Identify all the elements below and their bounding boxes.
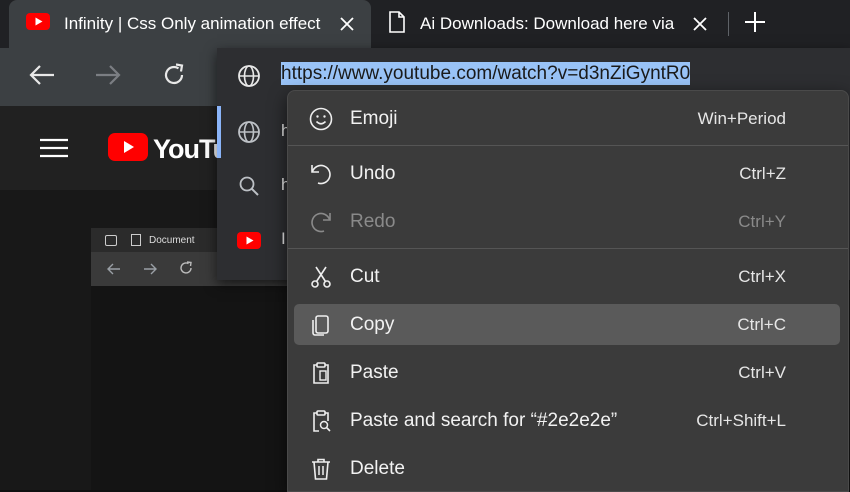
youtube-icon xyxy=(237,228,261,252)
tab-actions-icon xyxy=(105,234,117,246)
suggestion-text: I xyxy=(281,229,286,248)
arrow-right-icon xyxy=(95,64,121,91)
menu-item-paste-and-search[interactable]: Paste and search for “#2e2e2e” Ctrl+Shif… xyxy=(294,400,840,441)
plus-icon xyxy=(744,11,766,38)
reload-icon xyxy=(179,261,193,280)
menu-item-label: Paste and search for “#2e2e2e” xyxy=(350,410,618,431)
menu-item-label: Undo xyxy=(350,163,396,184)
menu-item-label: Paste xyxy=(350,362,399,383)
hamburger-menu-button[interactable] xyxy=(40,138,68,163)
menu-item-shortcut: Ctrl+Y xyxy=(738,212,786,231)
tab-separator xyxy=(728,12,729,36)
menu-icon xyxy=(40,138,68,162)
tab-ai-downloads[interactable]: Ai Downloads: Download here via xyxy=(374,0,724,48)
cut-icon xyxy=(308,264,334,290)
menu-item-shortcut: Ctrl+Z xyxy=(739,164,786,183)
context-menu: Emoji Win+Period Undo Ctrl+Z Redo Ctrl+Y… xyxy=(287,90,849,492)
document-icon xyxy=(131,234,141,246)
emoji-icon xyxy=(308,106,334,132)
menu-item-label: Delete xyxy=(350,458,405,479)
menu-item-shortcut: Ctrl+X xyxy=(738,267,786,286)
arrow-left-icon xyxy=(107,262,121,280)
tab-strip: Infinity | Css Only animation effect Ai … xyxy=(0,0,850,48)
forward-button[interactable] xyxy=(93,62,123,92)
menu-item-shortcut: Win+Period xyxy=(697,109,786,128)
paste-icon xyxy=(308,360,334,386)
document-icon xyxy=(388,10,406,38)
menu-separator xyxy=(288,145,848,146)
undo-icon xyxy=(308,161,334,187)
menu-item-emoji[interactable]: Emoji Win+Period xyxy=(294,98,840,139)
address-input[interactable]: https://www.youtube.com/watch?v=d3nZiGyn… xyxy=(281,62,691,85)
arrow-left-icon xyxy=(29,64,55,91)
redo-icon xyxy=(308,209,334,235)
globe-icon xyxy=(237,64,261,88)
menu-item-label: Copy xyxy=(350,314,395,335)
menu-item-paste[interactable]: Paste Ctrl+V xyxy=(294,352,840,393)
menu-item-undo[interactable]: Undo Ctrl+Z xyxy=(294,153,840,194)
menu-item-redo[interactable]: Redo Ctrl+Y xyxy=(294,201,840,242)
video-mini-tab-label: Document xyxy=(149,234,195,246)
menu-item-label: Redo xyxy=(350,211,396,232)
tab-title: Ai Downloads: Download here via xyxy=(420,14,675,33)
tab-close-icon[interactable] xyxy=(337,14,357,34)
menu-separator xyxy=(288,248,848,249)
menu-item-label: Emoji xyxy=(350,108,398,129)
search-icon xyxy=(237,174,261,198)
menu-item-shortcut: Ctrl+C xyxy=(737,315,786,334)
back-button[interactable] xyxy=(27,62,57,92)
new-tab-button[interactable] xyxy=(741,10,769,38)
address-input-value: https://www.youtube.com/watch?v=d3nZiGyn… xyxy=(281,62,691,85)
menu-item-shortcut: Ctrl+Shift+L xyxy=(696,411,786,430)
youtube-logo-icon xyxy=(108,133,148,166)
youtube-icon xyxy=(26,13,50,35)
globe-icon xyxy=(237,120,261,144)
menu-item-copy[interactable]: Copy Ctrl+C xyxy=(294,304,840,345)
paste-search-icon xyxy=(308,408,334,434)
tab-youtube[interactable]: Infinity | Css Only animation effect xyxy=(9,0,371,48)
arrow-right-icon xyxy=(143,262,157,280)
tab-title: Infinity | Css Only animation effect xyxy=(64,14,321,33)
menu-item-cut[interactable]: Cut Ctrl+X xyxy=(294,256,840,297)
tab-close-icon[interactable] xyxy=(690,14,710,34)
reload-button[interactable] xyxy=(159,62,189,92)
menu-item-shortcut: Ctrl+V xyxy=(738,363,786,382)
menu-item-label: Cut xyxy=(350,266,380,287)
menu-item-delete[interactable]: Delete xyxy=(294,448,840,489)
delete-icon xyxy=(308,456,334,482)
copy-icon xyxy=(308,312,334,338)
reload-icon xyxy=(161,62,187,93)
